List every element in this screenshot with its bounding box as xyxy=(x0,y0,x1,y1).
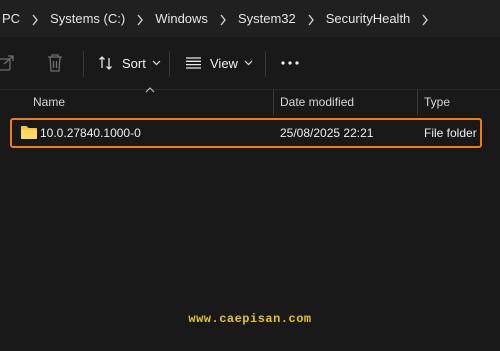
address-bar[interactable]: PC Systems (C:) Windows System32 Securit… xyxy=(0,0,500,37)
breadcrumb-windows[interactable]: Windows xyxy=(153,11,210,26)
view-icon xyxy=(186,57,201,69)
chevron-down-icon xyxy=(152,60,161,66)
toolbar-divider xyxy=(265,51,266,77)
column-header-name[interactable]: Name xyxy=(33,90,65,115)
chevron-right-icon[interactable] xyxy=(412,11,438,26)
chevron-right-icon[interactable] xyxy=(22,11,48,26)
file-date-modified: 25/08/2025 22:21 xyxy=(280,126,374,140)
breadcrumb-drive[interactable]: Systems (C:) xyxy=(48,11,127,26)
column-header-type[interactable]: Type xyxy=(424,90,450,115)
column-resize-handle[interactable] xyxy=(417,90,418,115)
toolbar-divider xyxy=(83,51,84,77)
breadcrumb-system32[interactable]: System32 xyxy=(236,11,298,26)
sort-label: Sort xyxy=(122,55,146,71)
table-row[interactable]: 10.0.27840.1000-0 25/08/2025 22:21 File … xyxy=(10,118,482,148)
column-header-date-modified[interactable]: Date modified xyxy=(280,90,354,115)
chevron-right-icon[interactable] xyxy=(127,11,153,26)
sort-icon xyxy=(99,56,112,70)
column-resize-handle[interactable] xyxy=(273,90,274,115)
command-bar: Sort View xyxy=(0,37,500,90)
file-type: File folder xyxy=(424,126,477,140)
folder-icon xyxy=(21,126,37,139)
view-button[interactable]: View xyxy=(185,37,253,89)
breadcrumb-pc[interactable]: PC xyxy=(0,11,22,26)
watermark-text: www.caepisan.com xyxy=(188,312,312,326)
chevron-down-icon xyxy=(244,60,253,66)
chevron-right-icon[interactable] xyxy=(210,11,236,26)
toolbar-divider xyxy=(169,51,170,77)
chevron-right-icon[interactable] xyxy=(298,11,324,26)
view-label: View xyxy=(210,55,238,71)
more-options-icon[interactable] xyxy=(281,37,299,89)
share-icon[interactable] xyxy=(0,37,16,89)
file-name: 10.0.27840.1000-0 xyxy=(40,126,141,140)
breadcrumb-securityhealth[interactable]: SecurityHealth xyxy=(324,11,413,26)
trash-icon[interactable] xyxy=(46,37,64,89)
column-header-row: Name Date modified Type xyxy=(0,90,500,115)
sort-button[interactable]: Sort xyxy=(98,37,161,89)
